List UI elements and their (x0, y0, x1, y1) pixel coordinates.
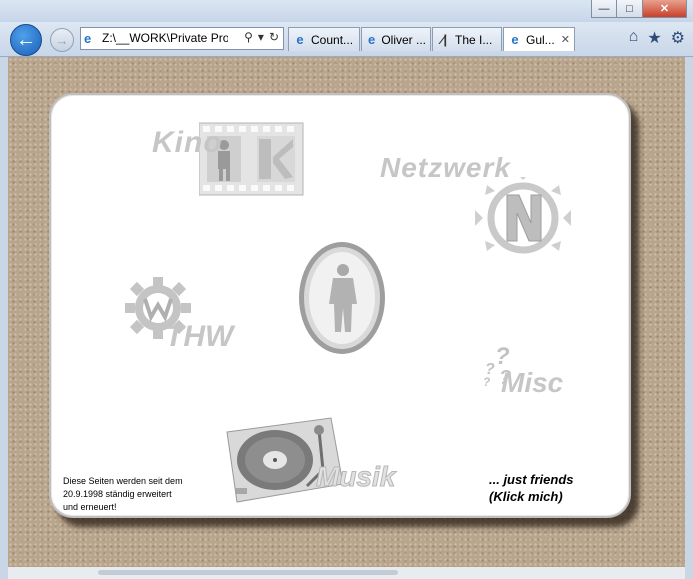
tab-label: Oliver ... (381, 32, 426, 47)
address-bar[interactable]: e Z:\__WORK\Private Proj ⚲ ▾ ↻ (80, 27, 284, 50)
refresh-icon[interactable]: ↻ (269, 30, 279, 44)
netzwerk-n-icon[interactable] (473, 177, 573, 259)
footer-note-line: 20.9.1998 ständig erweitert (63, 489, 172, 499)
forward-arrow-icon: → (55, 32, 69, 48)
site-logo-icon: ⁄| (441, 31, 447, 47)
friends-link-line[interactable]: ... just friends (489, 471, 574, 488)
just-friends-link[interactable]: ... just friends (Klick mich) (489, 471, 574, 505)
tab-close-icon[interactable]: ✕ (561, 33, 570, 46)
close-button[interactable]: ✕ (643, 0, 687, 18)
kino-link[interactable]: Kino (152, 126, 223, 160)
home-icon[interactable]: ⌂ (629, 28, 639, 48)
thw-link[interactable]: THW (165, 320, 233, 354)
tab-gul-active[interactable]: e Gul... ✕ (503, 27, 575, 51)
ie-page-icon: e (368, 31, 376, 47)
footer-note-line: Diese Seiten werden seit dem (63, 476, 183, 486)
ie-page-icon: e (84, 31, 92, 46)
window-titlebar: — □ ✕ (0, 0, 693, 22)
address-text[interactable]: Z:\__WORK\Private Proj (102, 31, 228, 45)
content-card: Kino Netzwerk THW ? ? ? ? Misc Musik Die… (49, 93, 631, 518)
settings-gear-icon[interactable]: ⚙ (671, 28, 685, 48)
svg-text:?: ? (495, 343, 510, 370)
horizontal-scrollbar[interactable] (8, 567, 685, 579)
scrollbar-thumb[interactable] (98, 570, 398, 575)
back-button[interactable]: ← (10, 24, 42, 56)
portrait-silhouette-icon[interactable] (297, 240, 387, 356)
minimize-button[interactable]: — (591, 0, 617, 18)
tab-label: Count... (311, 32, 354, 47)
page-viewport: Kino Netzwerk THW ? ? ? ? Misc Musik Die… (8, 57, 685, 567)
musik-link[interactable]: Musik (315, 461, 395, 493)
favorites-star-icon[interactable]: ★ (647, 28, 661, 48)
tab-label: Gul... (526, 32, 555, 47)
search-icon[interactable]: ⚲ (244, 30, 253, 44)
netzwerk-link[interactable]: Netzwerk (380, 152, 511, 184)
tab-count[interactable]: e Count... (288, 27, 360, 51)
tab-label: The I... (455, 32, 493, 47)
browser-navbar: ← → e Z:\__WORK\Private Proj ⚲ ▾ ↻ e Cou… (0, 22, 693, 57)
maximize-button[interactable]: □ (617, 0, 643, 18)
ie-page-icon: e (511, 31, 519, 47)
forward-button[interactable]: → (50, 28, 74, 52)
tab-oliver[interactable]: e Oliver ... (361, 27, 431, 51)
window-controls: — □ ✕ (591, 0, 687, 18)
dropdown-arrow-icon[interactable]: ▾ (258, 30, 264, 44)
tab-the-i[interactable]: ⁄| The I... (432, 27, 502, 51)
back-arrow-icon: ← (16, 28, 36, 51)
ie-page-icon: e (296, 31, 304, 47)
svg-text:?: ? (483, 375, 491, 388)
misc-link[interactable]: Misc (501, 367, 563, 399)
address-tools: ⚲ ▾ ↻ (244, 30, 279, 44)
footer-note-line: und erneuert! (63, 502, 117, 512)
footer-note: Diese Seiten werden seit dem 20.9.1998 s… (63, 475, 213, 514)
browser-tools: ⌂ ★ ⚙ (629, 28, 685, 48)
friends-link-line[interactable]: (Klick mich) (489, 488, 574, 505)
